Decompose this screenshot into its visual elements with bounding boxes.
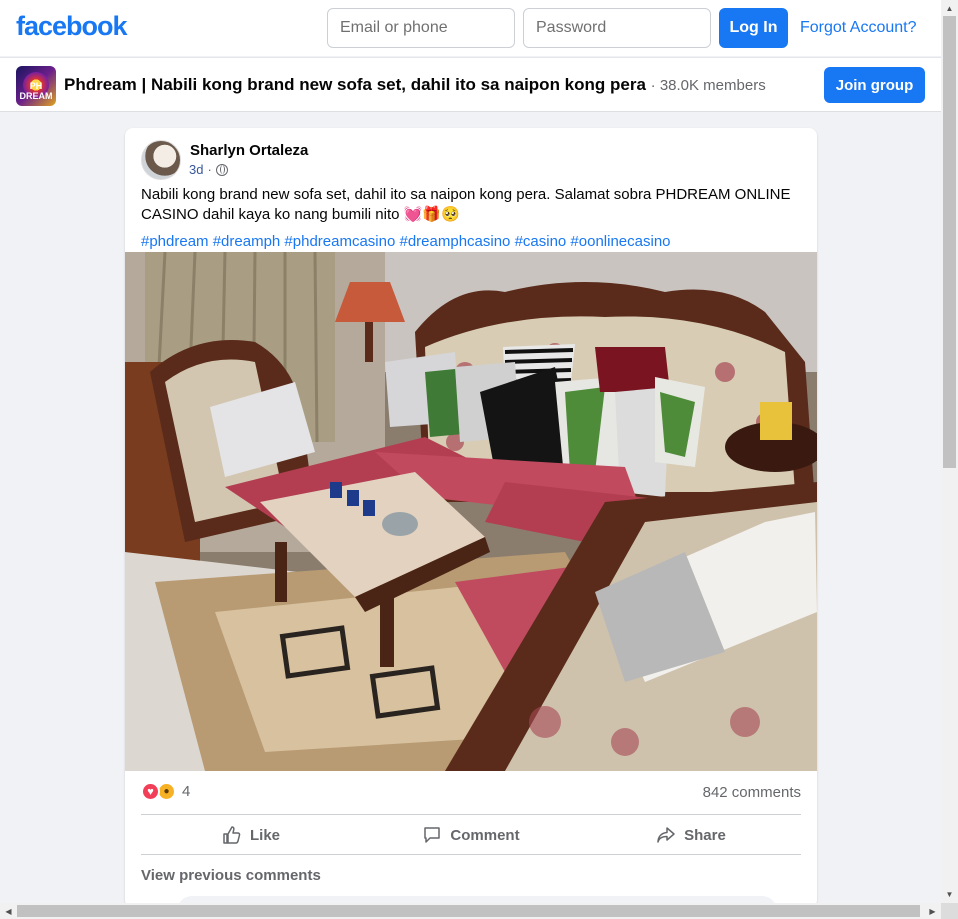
post-actions: Like Comment Share — [141, 816, 801, 854]
post-meta: 3d · — [189, 162, 228, 177]
post-text: Nabili kong brand new sofa set, dahil it… — [141, 186, 791, 223]
vertical-scrollbar[interactable]: ▲ ▼ — [941, 0, 958, 903]
group-header: PH DREAM Phdream | Nabili kong brand new… — [0, 57, 941, 112]
comment-button[interactable]: Comment — [361, 816, 581, 854]
share-label: Share — [684, 826, 726, 844]
horizontal-scroll-thumb[interactable] — [17, 905, 920, 917]
email-field[interactable] — [327, 8, 515, 48]
group-members-count: · 38.0K members — [650, 77, 766, 94]
top-bar: facebook Log In Forgot Account? — [0, 0, 941, 56]
facebook-logo[interactable]: facebook — [16, 11, 128, 42]
group-title-text[interactable]: Phdream | Nabili kong brand new sofa set… — [64, 75, 646, 94]
horizontal-scrollbar[interactable]: ◀ ▶ — [0, 903, 941, 919]
actions-divider-bottom — [141, 854, 801, 855]
like-label: Like — [249, 826, 280, 844]
join-group-button[interactable]: Join group — [824, 67, 925, 103]
like-button[interactable]: Like — [141, 816, 361, 854]
post-card: Sharlyn Ortaleza 3d · Nabili kong brand … — [125, 128, 817, 908]
scroll-left-arrow-icon[interactable]: ◀ — [0, 903, 17, 919]
login-button[interactable]: Log In — [719, 8, 788, 48]
actions-divider-top — [141, 814, 801, 815]
post-timestamp[interactable]: 3d — [189, 162, 203, 177]
scroll-up-arrow-icon[interactable]: ▲ — [941, 0, 958, 16]
forgot-account-link[interactable]: Forgot Account? — [800, 19, 917, 37]
author-avatar[interactable] — [141, 140, 181, 180]
scroll-down-arrow-icon[interactable]: ▼ — [941, 886, 958, 902]
comment-icon — [424, 827, 441, 843]
post-hashtags[interactable]: #phdream #dreamph #phdreamcasino #dreamp… — [141, 233, 671, 250]
reaction-count: 4 — [182, 783, 191, 800]
globe-icon — [215, 163, 228, 176]
group-avatar[interactable]: PH DREAM — [16, 66, 56, 106]
author-name[interactable]: Sharlyn Ortaleza — [190, 142, 308, 159]
group-avatar-text: PH DREAM — [19, 81, 53, 101]
comments-count[interactable]: 842 comments — [703, 784, 801, 801]
share-icon — [657, 827, 675, 843]
view-previous-comments-link[interactable]: View previous comments — [141, 867, 321, 884]
share-button[interactable]: Share — [581, 816, 801, 854]
love-reaction-icon: ♥ — [141, 782, 160, 801]
comment-label: Comment — [450, 826, 520, 844]
vertical-scroll-thumb[interactable] — [943, 16, 956, 468]
sofa-photo-illustration — [125, 252, 817, 771]
password-field[interactable] — [523, 8, 711, 48]
thumbs-up-icon — [223, 826, 241, 844]
post-photo[interactable] — [125, 252, 817, 771]
scrollbar-corner — [941, 903, 958, 919]
reactions-summary[interactable]: ♥ ● 4 — [141, 782, 190, 801]
group-title[interactable]: Phdream | Nabili kong brand new sofa set… — [64, 75, 766, 95]
scroll-right-arrow-icon[interactable]: ▶ — [924, 903, 941, 919]
meta-separator: · — [207, 162, 212, 177]
